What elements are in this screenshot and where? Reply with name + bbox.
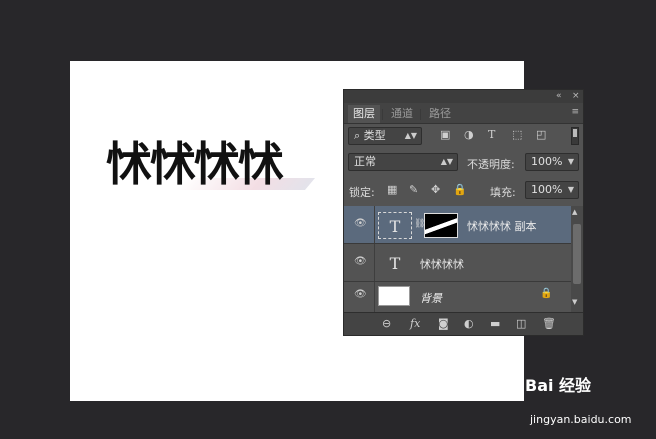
- watermark-brand: Bai 经验: [525, 376, 592, 395]
- background-thumbnail: [378, 286, 410, 306]
- image-filter-icon[interactable]: ▣: [440, 128, 450, 141]
- tab-divider: [420, 109, 421, 120]
- text-filter-icon[interactable]: T: [488, 128, 495, 141]
- text-layer-thumbnail: T: [378, 212, 412, 239]
- eye-icon[interactable]: 👁: [354, 289, 367, 300]
- fill-value: 100%: [531, 183, 563, 196]
- scroll-up-icon[interactable]: ▲: [572, 208, 577, 216]
- lock-icon: 🔒: [540, 288, 553, 299]
- lock-label: 锁定:: [349, 186, 375, 199]
- adjustment-filter-icon[interactable]: ◑: [464, 128, 474, 141]
- mask-icon[interactable]: ◙: [438, 317, 449, 330]
- eye-icon[interactable]: 👁: [354, 256, 367, 267]
- layer-row[interactable]: 👁 T ⛓ 怵怵怵怵 副本: [344, 206, 571, 244]
- panel-topbar: « ×: [344, 90, 583, 103]
- delete-icon[interactable]: 🗑: [542, 317, 556, 330]
- layer-divider: [374, 206, 375, 243]
- smart-object-filter-icon[interactable]: ◰: [536, 128, 546, 141]
- fill-field[interactable]: 100% ▼: [525, 181, 579, 199]
- tab-layers[interactable]: 图层: [348, 105, 380, 123]
- new-layer-icon[interactable]: ◫: [516, 317, 526, 330]
- layer-divider: [374, 244, 375, 281]
- layer-name[interactable]: 怵怵怵怵: [420, 256, 464, 272]
- panel-tabs: 图层 通道 路径 ≡: [344, 103, 583, 124]
- scroll-thumb[interactable]: [573, 224, 581, 284]
- lock-all-icon[interactable]: 🔒: [453, 183, 467, 196]
- watermark-url: jingyan.baidu.com: [530, 413, 632, 426]
- scroll-down-icon[interactable]: ▼: [572, 298, 577, 306]
- filter-toggle[interactable]: [571, 127, 579, 145]
- watermark-logo: Bai 经验: [525, 372, 591, 396]
- layers-panel: « × 图层 通道 路径 ≡ ⌕ 类型 ▲▼ ▣ ◑ T ⬚ ◰ 正常 ▲▼ 不…: [343, 89, 584, 336]
- layer-row[interactable]: 👁 背景 🔒: [344, 282, 571, 312]
- close-icon[interactable]: ×: [572, 90, 580, 103]
- layer-mask-thumbnail[interactable]: [424, 213, 458, 238]
- eye-icon[interactable]: 👁: [354, 218, 367, 229]
- lock-position-icon[interactable]: ✥: [431, 183, 440, 196]
- layer-divider: [374, 282, 375, 312]
- tab-paths[interactable]: 路径: [424, 105, 456, 123]
- group-icon[interactable]: ▬: [490, 317, 500, 330]
- shape-filter-icon[interactable]: ⬚: [512, 128, 522, 141]
- fx-icon[interactable]: fx: [410, 317, 420, 330]
- blend-mode-value: 正常: [354, 155, 376, 168]
- opacity-field[interactable]: 100% ▼: [525, 153, 579, 171]
- tab-channels[interactable]: 通道: [386, 105, 418, 123]
- lock-pixels-icon[interactable]: ✎: [409, 183, 418, 196]
- blend-mode-dropdown[interactable]: 正常 ▲▼: [348, 153, 458, 171]
- search-icon: ⌕: [354, 129, 361, 142]
- layer-row[interactable]: 👁 T 怵怵怵怵: [344, 244, 571, 282]
- layer-name[interactable]: 怵怵怵怵 副本: [467, 218, 537, 234]
- filter-kind-label: 类型: [363, 129, 386, 142]
- canvas-text: 怵怵怵怵: [106, 137, 284, 191]
- chevron-down-icon: ▼: [567, 185, 574, 194]
- opacity-label: 不透明度:: [467, 158, 515, 171]
- text-layer-thumbnail: T: [389, 254, 401, 273]
- layer-name[interactable]: 背景: [420, 290, 442, 306]
- filter-kind-dropdown[interactable]: ⌕ 类型 ▲▼: [348, 127, 422, 145]
- adjustment-icon[interactable]: ◐: [464, 317, 474, 330]
- panel-menu-icon[interactable]: ≡: [571, 107, 579, 117]
- tab-divider: [382, 109, 383, 120]
- collapse-icon[interactable]: «: [556, 90, 562, 103]
- fill-label: 填充:: [490, 186, 516, 199]
- chevron-down-icon: ▼: [567, 157, 574, 166]
- lock-transparency-icon[interactable]: ▦: [387, 183, 397, 196]
- panel-footer: ⊖ fx ◙ ◐ ▬ ◫ 🗑: [344, 312, 583, 335]
- chevron-down-icon: ▲▼: [404, 131, 417, 140]
- opacity-value: 100%: [531, 155, 563, 168]
- chevron-down-icon: ▲▼: [440, 157, 453, 166]
- link-icon[interactable]: ⊖: [382, 317, 391, 330]
